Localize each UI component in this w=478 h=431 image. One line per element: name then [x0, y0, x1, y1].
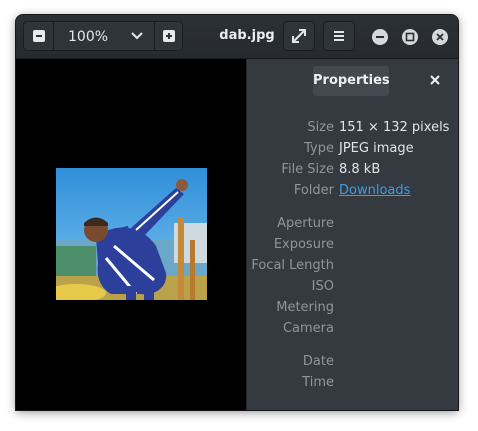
- header-bar: 100% dab.jpg: [16, 15, 458, 59]
- close-sidebar-icon[interactable]: [427, 72, 443, 88]
- chevron-down-icon[interactable]: [130, 31, 144, 41]
- property-label: ISO: [311, 279, 334, 294]
- property-row-camera: Camera: [247, 321, 458, 339]
- property-label: Camera: [282, 321, 334, 336]
- menu-button[interactable]: [323, 21, 355, 51]
- zoom-controls: 100%: [23, 21, 183, 51]
- property-label: Time: [302, 375, 334, 390]
- maximize-icon: [405, 32, 415, 42]
- property-row-time: Time: [247, 375, 458, 393]
- zoom-out-icon[interactable]: [33, 30, 45, 42]
- image-canvas[interactable]: [16, 59, 246, 410]
- property-row-exposure: Exposure: [247, 237, 458, 255]
- minimize-button[interactable]: [372, 29, 388, 45]
- zoom-divider: [53, 22, 54, 50]
- photo-dab-figure: [56, 168, 207, 300]
- zoom-in-icon[interactable]: [163, 30, 175, 42]
- fullscreen-button[interactable]: [283, 21, 315, 51]
- property-label: Focal Length: [251, 258, 334, 273]
- maximize-button[interactable]: [402, 29, 418, 45]
- image-viewer-window: 100% dab.jpg Properties Size 151 × 132 p…: [16, 15, 458, 410]
- property-label: Folder: [293, 183, 334, 198]
- property-row-folder: Folder Downloads: [247, 183, 458, 201]
- property-row-metering: Metering: [247, 300, 458, 318]
- property-row-date: Date: [247, 354, 458, 372]
- property-row-file-size: File Size 8.8 kB: [247, 162, 458, 180]
- zoom-value[interactable]: 100%: [68, 29, 108, 45]
- property-label: Date: [302, 354, 334, 369]
- properties-sidebar: Properties Size 151 × 132 pixels Type JP…: [246, 59, 458, 410]
- property-row-size: Size 151 × 132 pixels: [247, 120, 458, 138]
- property-label: Type: [304, 141, 334, 156]
- property-label: File Size: [281, 162, 334, 177]
- property-label: Size: [307, 120, 334, 135]
- property-value: JPEG image: [339, 141, 414, 156]
- property-label: Metering: [276, 300, 334, 315]
- property-row-iso: ISO: [247, 279, 458, 297]
- property-value: 151 × 132 pixels: [339, 120, 450, 135]
- minimize-icon: [376, 36, 384, 38]
- property-row-aperture: Aperture: [247, 216, 458, 234]
- hamburger-menu-icon: [334, 31, 344, 41]
- property-value: 8.8 kB: [339, 162, 381, 177]
- close-icon: [436, 33, 444, 41]
- window-title: dab.jpg: [219, 28, 275, 43]
- zoom-divider: [154, 22, 155, 50]
- fullscreen-icon: [292, 29, 306, 43]
- property-label: Exposure: [273, 237, 334, 252]
- displayed-image[interactable]: [56, 168, 207, 300]
- close-button[interactable]: [432, 29, 448, 45]
- property-row-type: Type JPEG image: [247, 141, 458, 159]
- properties-tab[interactable]: Properties: [313, 66, 390, 96]
- property-row-focal-length: Focal Length: [247, 258, 458, 276]
- folder-link[interactable]: Downloads: [339, 183, 410, 198]
- property-label: Aperture: [277, 216, 334, 231]
